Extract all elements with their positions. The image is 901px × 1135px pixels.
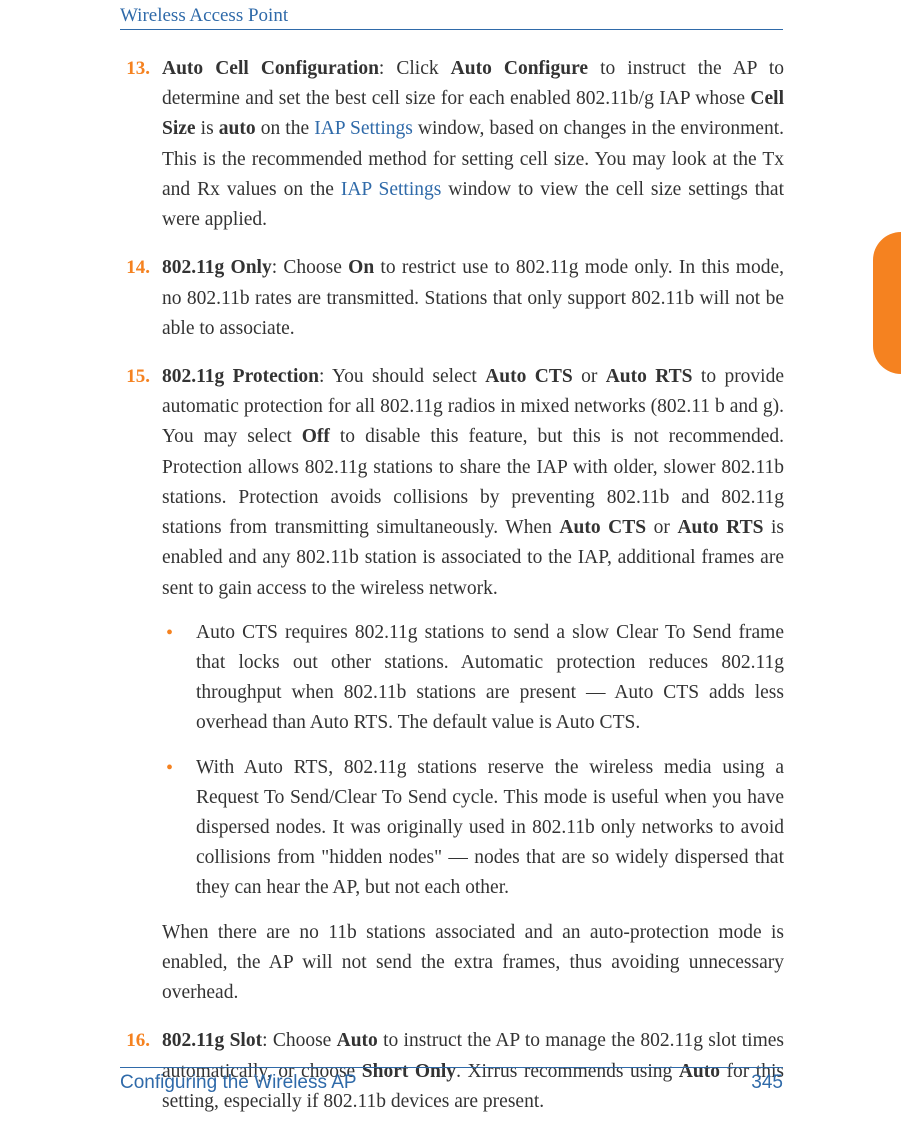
text-run: : You should select <box>319 366 485 387</box>
text-run: : Click <box>379 58 451 79</box>
list-item: 14. 802.11g Only: Choose On to restrict u… <box>120 253 784 344</box>
text-run: auto <box>219 118 256 139</box>
numbered-list: 13. Auto Cell Configuration: Click Auto C… <box>120 54 784 1117</box>
text-run: 802.11g Protection <box>162 366 319 387</box>
footer-rule <box>120 1067 783 1068</box>
header-title: Wireless Access Point <box>120 5 783 27</box>
header-rule <box>120 29 783 30</box>
item-number: 14. <box>120 253 150 282</box>
text-run: on the <box>256 118 315 139</box>
text-run: Auto Configure <box>451 58 588 79</box>
footer-page-number: 345 <box>751 1072 783 1094</box>
item-body: 802.11g Protection: You should select Au… <box>162 366 784 599</box>
text-run: or <box>646 517 677 538</box>
page-footer: Configuring the Wireless AP 345 <box>0 1067 901 1094</box>
text-run: 802.11g Slot <box>162 1030 262 1051</box>
list-item: 13. Auto Cell Configuration: Click Auto C… <box>120 54 784 235</box>
footer-row: Configuring the Wireless AP 345 <box>120 1072 783 1094</box>
text-run: Auto RTS <box>677 517 763 538</box>
bullet-item: Auto CTS requires 802.11g stations to se… <box>162 618 784 739</box>
text-run: Auto RTS <box>606 366 693 387</box>
page-header: Wireless Access Point <box>0 5 901 30</box>
cross-ref-link[interactable]: IAP Settings <box>314 118 413 139</box>
text-run: : Choose <box>262 1030 337 1051</box>
bullet-item: With Auto RTS, 802.11g stations reserve … <box>162 753 784 904</box>
text-run: On <box>348 257 374 278</box>
page: Wireless Access Point 13. Auto Cell Confi… <box>0 0 901 1114</box>
text-run: Auto CTS <box>559 517 646 538</box>
item-body: 802.11g Only: Choose On to restrict use … <box>162 257 784 338</box>
text-run: Off <box>302 426 330 447</box>
text-run: : Choose <box>272 257 348 278</box>
list-item: 15. 802.11g Protection: You should select… <box>120 362 784 1008</box>
text-run: or <box>573 366 606 387</box>
item-number: 15. <box>120 362 150 391</box>
body-content: 13. Auto Cell Configuration: Click Auto C… <box>120 54 784 1135</box>
text-run: Auto Cell Configuration <box>162 58 379 79</box>
side-tab-icon <box>873 232 901 374</box>
text-run: Auto CTS <box>485 366 572 387</box>
footer-section: Configuring the Wireless AP <box>120 1072 357 1094</box>
text-run: is <box>196 118 219 139</box>
item-number: 16. <box>120 1026 150 1055</box>
text-run: Auto <box>337 1030 378 1051</box>
item-body: Auto Cell Configuration: Click Auto Conf… <box>162 58 784 230</box>
item-tail: When there are no 11b stations associate… <box>162 918 784 1009</box>
text-run: 802.11g Only <box>162 257 272 278</box>
bullet-list: Auto CTS requires 802.11g stations to se… <box>162 618 784 904</box>
item-number: 13. <box>120 54 150 83</box>
cross-ref-link[interactable]: IAP Settings <box>341 179 442 200</box>
